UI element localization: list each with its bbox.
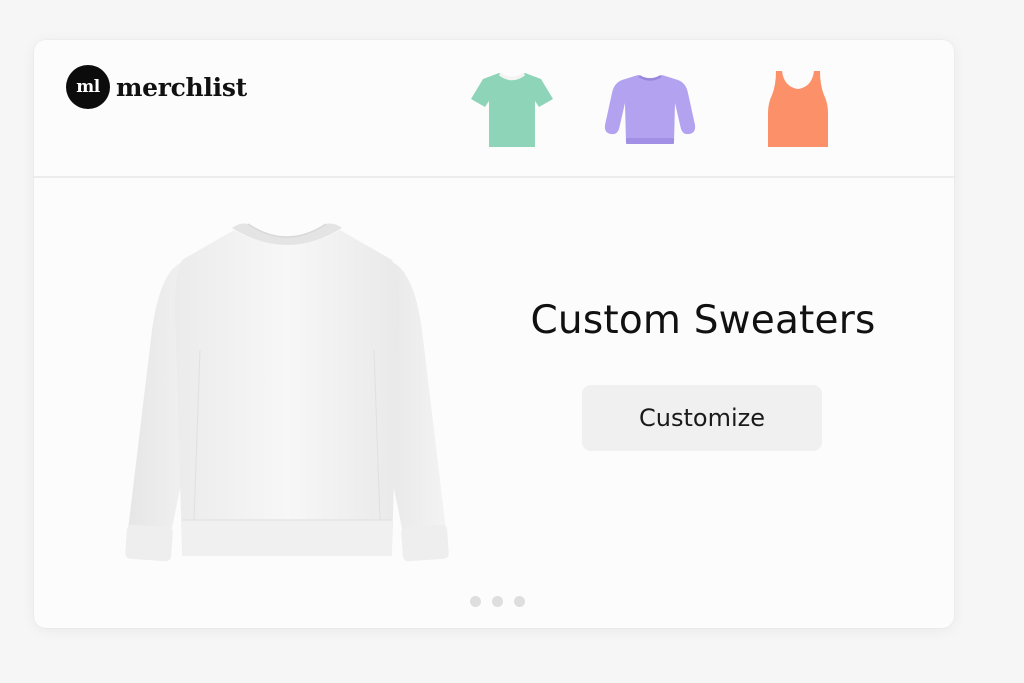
brand-name: merchlist: [116, 72, 247, 102]
carousel-dot-1[interactable]: [470, 596, 481, 607]
carousel-pagination: [470, 596, 525, 607]
tshirt-icon: [471, 72, 553, 147]
hero-title: Custom Sweaters: [530, 298, 876, 343]
category-sweater[interactable]: [600, 68, 700, 150]
customize-button[interactable]: Customize: [582, 385, 822, 451]
carousel-dot-2[interactable]: [492, 596, 503, 607]
category-tshirt[interactable]: [468, 68, 556, 150]
white-sweater-image: [125, 223, 449, 562]
sweater-icon: [604, 74, 696, 144]
product-card: ml merchlist Custom Sweaters Customize: [34, 40, 954, 628]
tank-top-icon: [768, 71, 828, 147]
category-tank-top[interactable]: [764, 68, 832, 150]
carousel-dot-3[interactable]: [514, 596, 525, 607]
logo[interactable]: ml merchlist: [66, 65, 247, 109]
logo-mark: ml: [66, 65, 110, 109]
header: ml merchlist: [34, 40, 954, 178]
